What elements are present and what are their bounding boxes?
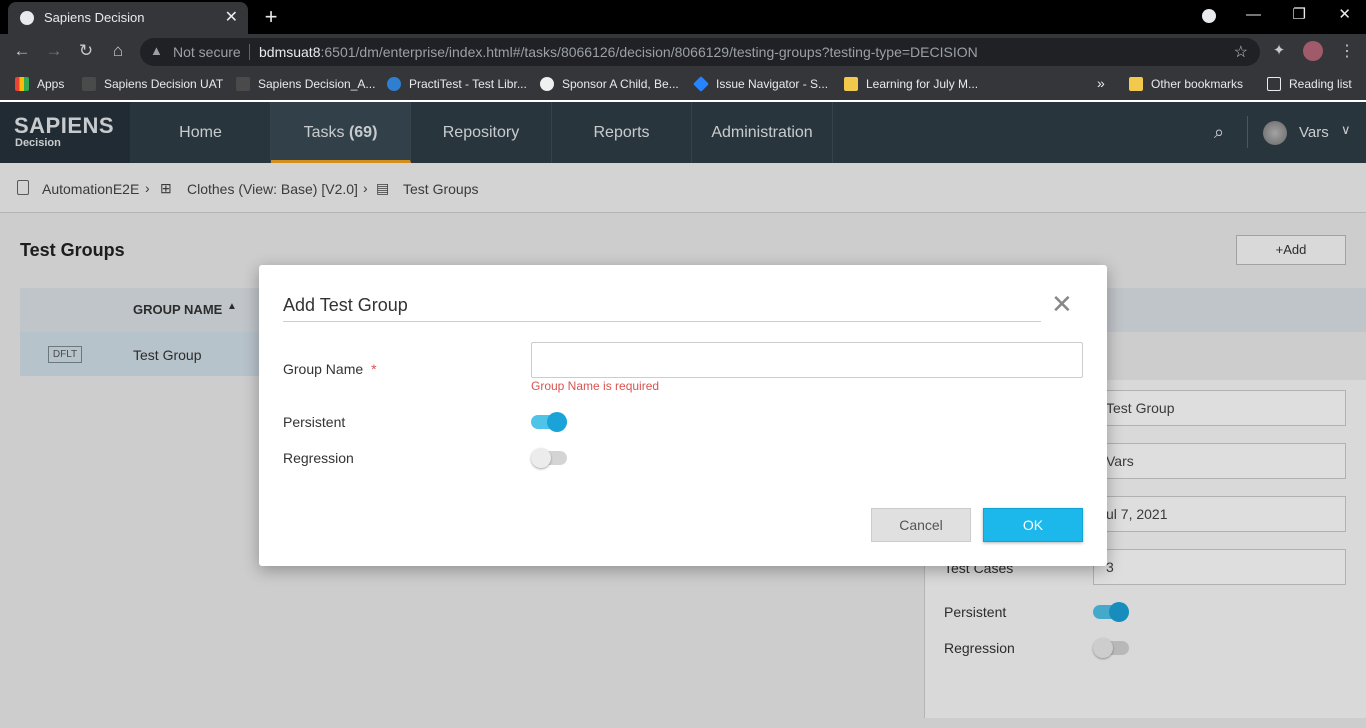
- url-path: :6501/dm/enterprise/index.html#/tasks/80…: [320, 44, 978, 60]
- ok-button[interactable]: OK: [983, 508, 1083, 542]
- bookmark-label: Other bookmarks: [1151, 77, 1244, 91]
- group-name-label-text: Group Name: [283, 361, 364, 377]
- group-name-input[interactable]: [531, 342, 1083, 378]
- back-icon[interactable]: ←: [11, 41, 33, 61]
- browser-tab-bar: Sapiens Decision ✕ + — ❐ ✕: [0, 0, 1366, 34]
- tab-title: Sapiens Decision: [44, 10, 145, 25]
- group-name-error: Group Name is required: [531, 379, 660, 393]
- group-name-label: Group Name *: [283, 361, 377, 377]
- toggle-knob: [547, 412, 567, 432]
- regression-toggle[interactable]: [531, 448, 567, 468]
- reading-list[interactable]: Reading list: [1267, 77, 1352, 91]
- bookmark-apps[interactable]: Apps: [15, 77, 64, 91]
- regression-label: Regression: [283, 450, 354, 466]
- bookmark-label: Learning for July M...: [866, 77, 979, 91]
- other-bookmarks[interactable]: Other bookmarks: [1129, 77, 1243, 91]
- reading-list-icon: [1267, 77, 1281, 91]
- bookmark-label: Apps: [37, 77, 65, 91]
- bookmark-sponsor[interactable]: Sponsor A Child, Be...: [540, 77, 679, 91]
- url-text[interactable]: bdmsuat8:6501/dm/enterprise/index.html#/…: [259, 44, 978, 60]
- close-tab-icon[interactable]: ✕: [225, 7, 238, 27]
- bookmark-label: Sponsor A Child, Be...: [562, 77, 679, 91]
- persistent-toggle[interactable]: [531, 412, 567, 432]
- bookmarks-bar: Apps Sapiens Decision UAT Sapiens Decisi…: [0, 70, 1366, 100]
- bookmark-label: Issue Navigator - S...: [716, 77, 829, 91]
- not-secure-label: Not secure: [173, 44, 241, 60]
- home-icon[interactable]: ⌂: [107, 41, 129, 61]
- forward-icon[interactable]: →: [43, 41, 65, 61]
- add-test-group-dialog: Add Test Group ✕ Group Name * Group Name …: [259, 265, 1107, 566]
- reload-icon[interactable]: ↻: [75, 41, 97, 61]
- sponsor-icon: [540, 77, 554, 91]
- bookmark-sapiens-a[interactable]: Sapiens Decision_A...: [236, 77, 375, 91]
- browser-tab[interactable]: Sapiens Decision ✕: [8, 2, 248, 34]
- bookmark-practitest[interactable]: PractiTest - Test Libr...: [387, 77, 527, 91]
- divider: [249, 44, 250, 60]
- bookmark-label: PractiTest - Test Libr...: [409, 77, 527, 91]
- persistent-label: Persistent: [283, 414, 346, 430]
- bookmark-label: Reading list: [1289, 77, 1352, 91]
- practitest-icon: [387, 77, 401, 91]
- cancel-button[interactable]: Cancel: [871, 508, 971, 542]
- new-tab-icon[interactable]: +: [260, 4, 282, 30]
- avatar[interactable]: [1303, 41, 1323, 61]
- globe-icon: [20, 11, 34, 25]
- url-host: bdmsuat8: [259, 44, 321, 60]
- bookmark-learning[interactable]: Learning for July M...: [844, 77, 978, 91]
- required-asterisk: *: [371, 361, 377, 377]
- browser-menu-icon[interactable]: ⋮: [1336, 41, 1358, 61]
- profile-menu-icon[interactable]: [1202, 9, 1216, 23]
- address-bar[interactable]: ▲ Not secure bdmsuat8:6501/dm/enterprise…: [140, 38, 1260, 66]
- warning-icon: ▲: [150, 43, 163, 58]
- bookmark-star-icon[interactable]: ☆: [1234, 42, 1248, 62]
- close-window-icon[interactable]: ✕: [1338, 5, 1351, 23]
- restore-icon[interactable]: ❐: [1293, 5, 1306, 23]
- bookmark-sapiens-uat[interactable]: Sapiens Decision UAT: [82, 77, 223, 91]
- bookmark-label: Sapiens Decision UAT: [104, 77, 224, 91]
- extensions-icon[interactable]: ✦: [1268, 41, 1290, 59]
- folder-icon: [1129, 77, 1143, 91]
- minimize-icon[interactable]: —: [1246, 6, 1261, 23]
- dialog-title: Add Test Group: [283, 295, 408, 315]
- more-bookmarks-icon[interactable]: »: [1097, 75, 1105, 91]
- toggle-knob: [531, 448, 551, 468]
- sapiens-icon: [236, 77, 250, 91]
- apps-grid-icon: [15, 77, 29, 91]
- folder-icon: [844, 77, 858, 91]
- sapiens-icon: [82, 77, 96, 91]
- bookmark-label: Sapiens Decision_A...: [258, 77, 376, 91]
- divider: [283, 321, 1041, 322]
- close-icon[interactable]: ✕: [1051, 291, 1073, 317]
- jira-icon: [693, 76, 709, 92]
- bookmark-issue-navigator[interactable]: Issue Navigator - S...: [693, 76, 829, 92]
